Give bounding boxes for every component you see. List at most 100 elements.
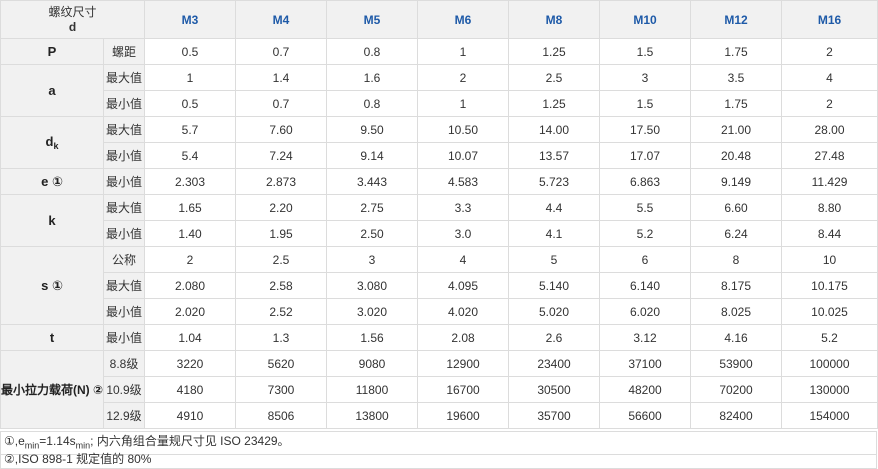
row-sub-label: 公称 (102, 246, 146, 273)
cell: 1 (417, 38, 510, 65)
row-sub-label: 最小值 (102, 90, 146, 117)
param-dk-subscript: k (53, 141, 59, 151)
cell: 8 (690, 246, 783, 273)
cell: 4180 (144, 376, 237, 403)
cell: 100000 (781, 350, 878, 377)
cell: 3.443 (326, 168, 419, 195)
cell: 5.723 (508, 168, 601, 195)
cell: 6 (599, 246, 692, 273)
corner-label: 螺纹尺寸 (48, 4, 97, 19)
table-row: 最小值 0.5 0.7 0.8 1 1.25 1.5 1.75 2 (1, 90, 878, 117)
cell: 21.00 (690, 116, 783, 143)
cell: 2.080 (144, 272, 237, 299)
table-row: k 最大值 1.65 2.20 2.75 3.3 4.4 5.5 6.60 8.… (0, 194, 878, 247)
cell: 10.175 (781, 272, 878, 299)
row-sub-label: 最大值 (102, 64, 146, 91)
cell: 3.3 (417, 194, 510, 221)
param-a: a (0, 64, 104, 117)
cell: 3.020 (326, 298, 419, 325)
cell: 10.025 (781, 298, 878, 325)
cell: 8.175 (690, 272, 783, 299)
cell: 2 (781, 90, 878, 117)
cell: 16700 (417, 376, 510, 403)
cell: 1 (417, 90, 510, 117)
cell: 10 (781, 246, 878, 273)
param-min-tensile-load: 最小拉力载荷(N) ② (0, 350, 104, 429)
cell: 5 (508, 246, 601, 273)
cell: 48200 (599, 376, 692, 403)
cell: 3 (599, 64, 692, 91)
cell: 13.57 (508, 142, 601, 169)
table-row: t 最小值 1.04 1.3 1.56 2.08 2.6 3.12 4.16 5… (0, 324, 878, 351)
cell: 2.873 (235, 168, 328, 195)
cell: 6.020 (599, 298, 692, 325)
col-header-m3: M3 (144, 0, 237, 39)
col-header-m4: M4 (235, 0, 328, 39)
cell: 4.1 (508, 220, 601, 247)
cell: 5.020 (508, 298, 601, 325)
param-e: e ① (0, 168, 104, 195)
table-row: 最小拉力载荷(N) ② 8.8级 3220 5620 9080 12900 23… (0, 350, 878, 429)
cell: 17.07 (599, 142, 692, 169)
footnote-1-sub-min: min (24, 440, 40, 451)
table-row: 最小值 1.40 1.95 2.50 3.0 4.1 5.2 6.24 8.44 (1, 220, 878, 247)
cell: 10.07 (417, 142, 510, 169)
cell: 53900 (690, 350, 783, 377)
cell: 1.56 (326, 324, 419, 351)
cell: 11.429 (781, 168, 878, 195)
table-row: 最小值 5.4 7.24 9.14 10.07 13.57 17.07 20.4… (1, 142, 878, 169)
table-row: a 最大值 1 1.4 1.6 2 2.5 3 3.5 4 (0, 64, 878, 117)
cell: 3.0 (417, 220, 510, 247)
cell: 0.8 (326, 90, 419, 117)
cell: 17.50 (599, 116, 692, 143)
cell: 13800 (326, 402, 419, 429)
param-s: s ① (0, 246, 104, 325)
cell: 0.8 (326, 38, 419, 65)
footnote-1-prefix: ①,e (4, 434, 25, 448)
cell: 0.5 (144, 38, 237, 65)
cell: 0.7 (235, 90, 328, 117)
cell: 14.00 (508, 116, 601, 143)
cell: 2 (781, 38, 878, 65)
cell: 1.25 (508, 38, 601, 65)
footnote-1-text: ; 内六角组合量规尺寸见 ISO 23429。 (90, 434, 290, 448)
cell: 2.6 (508, 324, 601, 351)
cell: 1.6 (326, 64, 419, 91)
row-sub-label: 最小值 (102, 324, 146, 351)
cell: 4.16 (690, 324, 783, 351)
cell: 2.08 (417, 324, 510, 351)
row-sub-label: 最大值 (102, 272, 146, 299)
cell: 4910 (144, 402, 237, 429)
cell: 3 (326, 246, 419, 273)
table-row: s ① 公称 2 2.5 3 4 5 6 8 10 (0, 246, 878, 325)
cell: 6.863 (599, 168, 692, 195)
cell: 0.5 (144, 90, 237, 117)
table-row: 最大值 2.080 2.58 3.080 4.095 5.140 6.140 8… (1, 272, 878, 299)
cell: 7.24 (235, 142, 328, 169)
cell: 5.4 (144, 142, 237, 169)
cell: 4.583 (417, 168, 510, 195)
cell: 1.5 (599, 90, 692, 117)
cell: 10.50 (417, 116, 510, 143)
header-row: 螺纹尺寸 d M3 M4 M5 M6 M8 M10 M12 M16 (0, 0, 878, 39)
cell: 1.3 (235, 324, 328, 351)
cell: 5.7 (144, 116, 237, 143)
cell: 4.020 (417, 298, 510, 325)
footnote-1-sub-min-2: min (75, 440, 91, 451)
corner-symbol: d (68, 19, 77, 34)
cell: 27.48 (781, 142, 878, 169)
cell: 1.25 (508, 90, 601, 117)
cell: 5620 (235, 350, 328, 377)
cell: 2.020 (144, 298, 237, 325)
cell: 9.14 (326, 142, 419, 169)
cell: 8.44 (781, 220, 878, 247)
cell: 23400 (508, 350, 601, 377)
cell: 1.75 (690, 38, 783, 65)
cell: 3.5 (690, 64, 783, 91)
cell: 28.00 (781, 116, 878, 143)
cell: 70200 (690, 376, 783, 403)
cell: 2.303 (144, 168, 237, 195)
cell: 1.40 (144, 220, 237, 247)
cell: 2.52 (235, 298, 328, 325)
cell: 154000 (781, 402, 878, 429)
